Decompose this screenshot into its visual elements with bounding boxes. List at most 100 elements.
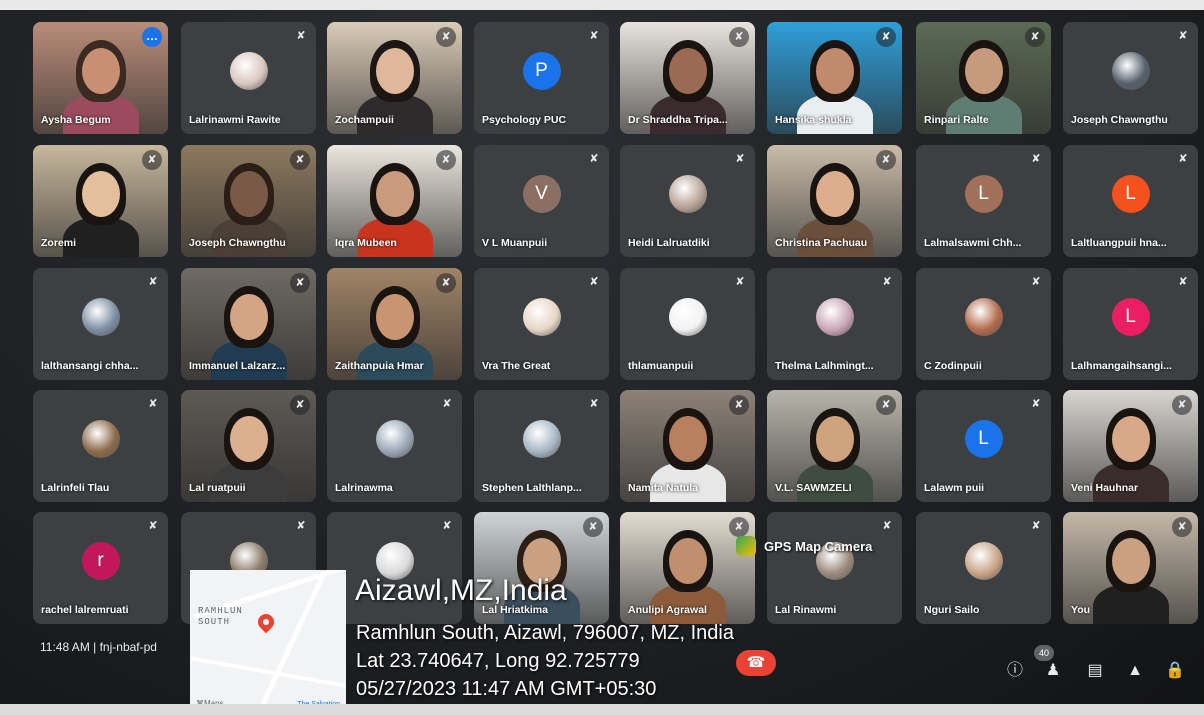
person-silhouette [230, 416, 268, 462]
participant-tile[interactable]: ✘ C Zodinpuii [916, 268, 1051, 380]
participant-tile[interactable]: ✘ Hansika shukla [767, 22, 902, 134]
participant-name: Laltluangpuii hna... [1071, 237, 1167, 249]
mic-off-icon: ✘ [1031, 520, 1041, 532]
participant-tile[interactable]: ✘ Zochampuii [327, 22, 462, 134]
participant-tile[interactable]: ✘ You [1063, 512, 1198, 624]
toolbar-right: ⓘ ♟ ▤ ▲ 🔒 [1000, 658, 1200, 688]
mic-off-icon: ✘ [1172, 517, 1192, 537]
participant-name: V.L. SAWMZELI [775, 482, 852, 494]
participant-tile[interactable]: ✘ Joseph Chawngthu [1063, 22, 1198, 134]
mic-off-icon: ✘ [1172, 395, 1192, 415]
participant-tile[interactable]: ✘ Veni Hauhnar [1063, 390, 1198, 502]
participant-name: You [1071, 604, 1091, 616]
person-silhouette [669, 48, 707, 94]
participant-tile[interactable]: ✘ Lal Rinawmi [767, 512, 902, 624]
participant-name: Namita Natula [628, 482, 699, 494]
mic-off-icon: ✘ [442, 398, 452, 410]
participant-tile[interactable]: ✘ Namita Natula [620, 390, 755, 502]
phone-hangup-icon: ☎ [746, 654, 766, 671]
participant-name: Stephen Lalthlanp... [482, 482, 582, 494]
participant-name: Joseph Chawngthu [189, 237, 286, 249]
participant-name: Psychology PUC [482, 114, 567, 126]
person-silhouette [376, 294, 414, 340]
avatar [375, 420, 414, 459]
participant-tile[interactable]: ✘ Lalrinawma [327, 390, 462, 502]
person-silhouette [965, 48, 1003, 94]
avatar [815, 298, 854, 337]
participant-tile[interactable]: ✘ Joseph Chawngthu [181, 145, 316, 257]
participant-name: Lalawm puii [924, 482, 985, 494]
host-controls-icon[interactable]: 🔒 [1162, 658, 1188, 684]
participant-tile[interactable]: L ✘ Lalawm puii [916, 390, 1051, 502]
activities-icon[interactable]: ▲ [1122, 658, 1148, 684]
participant-name: Rinpari Ralte [924, 114, 989, 126]
mic-off-icon: ✘ [1031, 398, 1041, 410]
mic-off-icon: ✘ [876, 27, 896, 47]
map-road [190, 656, 346, 688]
participant-tile[interactable]: ✘ Dr Shraddha Tripa... [620, 22, 755, 134]
participant-tile[interactable]: P ✘ Psychology PUC [474, 22, 609, 134]
participant-tile[interactable]: ✘ Vra The Great [474, 268, 609, 380]
more-options-icon[interactable]: … [142, 27, 162, 47]
gps-map-thumbnail: RAMHLUN SOUTH ⌘Maps The Salvation [190, 570, 346, 712]
participant-tile[interactable]: ✘ Thelma Lalhmingt... [767, 268, 902, 380]
end-call-button[interactable]: ☎ [736, 650, 776, 676]
participant-name: Zaithanpuia Hmar [335, 360, 424, 372]
participant-tile[interactable]: ✘ Zoremi [33, 145, 168, 257]
participant-tile[interactable]: V ✘ V L Muanpuii [474, 145, 609, 257]
people-icon[interactable]: ♟ [1040, 658, 1066, 684]
participant-name: Lalrinfeli Tlau [41, 482, 110, 494]
participant-name: rachel lalremruati [41, 604, 129, 616]
chat-icon[interactable]: ▤ [1082, 658, 1108, 684]
participant-name: Lal ruatpuii [189, 482, 246, 494]
participant-tile[interactable]: L ✘ Lalmalsawmi Chh... [916, 145, 1051, 257]
participant-tile[interactable]: ✘ thlamuanpuii [620, 268, 755, 380]
location-pin-icon [254, 610, 278, 634]
participant-tile[interactable]: L ✘ Laltluangpuii hna... [1063, 145, 1198, 257]
avatar [964, 298, 1003, 337]
participant-tile[interactable]: ✘ Iqra Mubeen [327, 145, 462, 257]
participant-tile[interactable]: … Aysha Begum [33, 22, 168, 134]
person-silhouette [669, 538, 707, 584]
participant-name: Lalrinawma [335, 482, 393, 494]
gps-map-camera-icon [736, 536, 756, 556]
person-silhouette [230, 171, 268, 217]
mic-off-icon: ✘ [1031, 276, 1041, 288]
participant-tile[interactable]: ✘ Rinpari Ralte [916, 22, 1051, 134]
participant-name: C Zodinpuii [924, 360, 982, 372]
participant-name: Thelma Lalhmingt... [775, 360, 874, 372]
participant-tile[interactable]: ✘ lalthansangi chha... [33, 268, 168, 380]
participant-tile[interactable]: ✘ Anulipi Agrawal [620, 512, 755, 624]
participant-tile[interactable]: ✘ Lalrinawmi Rawite [181, 22, 316, 134]
participant-tile[interactable]: ✘ Zaithanpuia Hmar [327, 268, 462, 380]
avatar [522, 420, 561, 459]
participant-name: Iqra Mubeen [335, 237, 397, 249]
map-road [260, 575, 325, 707]
avatar-letter: L [964, 175, 1003, 214]
participant-tile[interactable]: ✘ Lal ruatpuii [181, 390, 316, 502]
person-silhouette [1112, 538, 1150, 584]
avatar-letter: P [522, 52, 561, 91]
participant-tile[interactable]: ✘ Nguri Sailo [916, 512, 1051, 624]
participant-tile[interactable]: L ✘ Lalhmangaihsangi... [1063, 268, 1198, 380]
mic-off-icon: ✘ [148, 520, 158, 532]
mic-off-icon: ✘ [1178, 30, 1188, 42]
participant-tile[interactable]: ✘ Christina Pachuau [767, 145, 902, 257]
participant-tile[interactable]: ✘ Heidi Lalruatdiki [620, 145, 755, 257]
mic-off-icon: ✘ [436, 273, 456, 293]
participant-tile[interactable]: ✘ V.L. SAWMZELI [767, 390, 902, 502]
participant-tile[interactable]: ✘ Stephen Lalthlanp... [474, 390, 609, 502]
participant-name: Veni Hauhnar [1071, 482, 1139, 494]
mic-off-icon: ✘ [882, 276, 892, 288]
person-silhouette [376, 171, 414, 217]
info-icon[interactable]: ⓘ [1002, 658, 1028, 684]
participant-tile[interactable]: r ✘ rachel lalremruati [33, 512, 168, 624]
person-silhouette [82, 171, 120, 217]
avatar [81, 420, 120, 459]
mic-off-icon: ✘ [729, 517, 749, 537]
participant-name: Dr Shraddha Tripa... [628, 114, 728, 126]
participant-tile[interactable]: ✘ Lalrinfeli Tlau [33, 390, 168, 502]
participant-name: Christina Pachuau [775, 237, 868, 249]
mic-off-icon: ✘ [589, 276, 599, 288]
participant-tile[interactable]: ✘ Immanuel Lalzarz... [181, 268, 316, 380]
